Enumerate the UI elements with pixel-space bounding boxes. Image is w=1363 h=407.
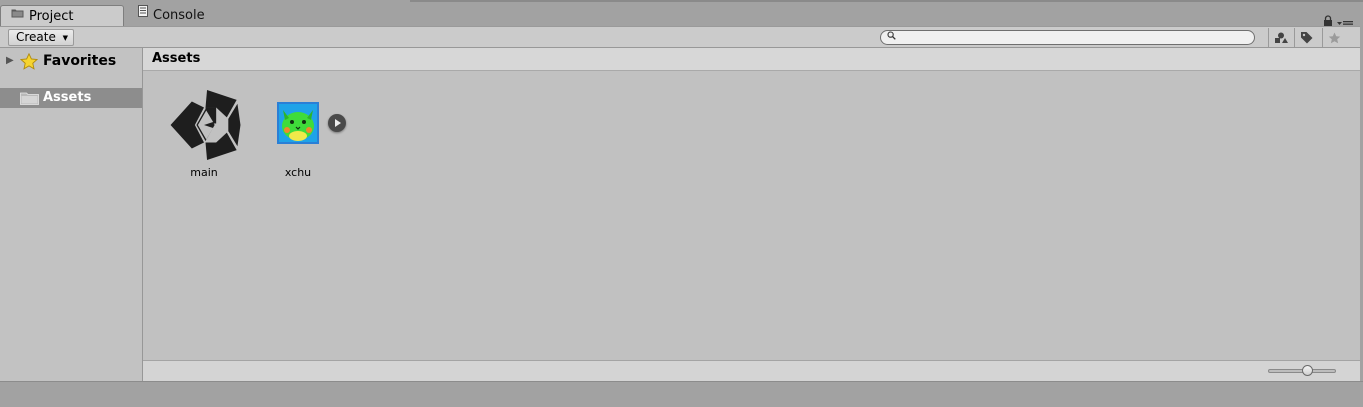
breadcrumb: Assets xyxy=(143,48,1360,71)
favorites-label: Favorites xyxy=(43,53,117,69)
asset-browser-panel: Assets main xchu xyxy=(143,48,1360,381)
tab-project[interactable]: Project xyxy=(0,5,124,26)
create-dropdown-button[interactable]: Create ▼ xyxy=(8,29,74,46)
tab-console[interactable]: Console xyxy=(124,5,234,26)
expand-arrow-icon[interactable]: ▶ xyxy=(6,51,14,71)
tab-project-label: Project xyxy=(29,9,74,24)
search-field[interactable] xyxy=(880,30,1255,45)
tab-console-label: Console xyxy=(153,8,205,23)
asset-item-xchu[interactable]: xchu xyxy=(243,86,353,180)
filter-by-label-icon[interactable] xyxy=(1294,28,1318,47)
search-input[interactable] xyxy=(901,31,1241,44)
favorites-row[interactable]: ▶ Favorites xyxy=(0,51,142,71)
window-controls xyxy=(1319,11,1355,28)
tree-item-assets[interactable]: Assets xyxy=(0,88,142,108)
window-tab-strip: Project Console xyxy=(0,0,1363,28)
tree-item-assets-label: Assets xyxy=(43,90,92,105)
zoom-slider[interactable] xyxy=(1268,365,1336,376)
search-icon xyxy=(887,31,896,44)
expand-subassets-play-icon[interactable] xyxy=(328,114,346,132)
asset-browser-footer xyxy=(143,360,1360,381)
zoom-slider-handle[interactable] xyxy=(1302,365,1313,376)
folder-icon xyxy=(11,4,24,25)
project-toolbar: Create ▼ xyxy=(0,26,1363,48)
folder-tree-panel: ▶ Favorites Assets xyxy=(0,48,143,381)
console-icon xyxy=(138,3,148,24)
create-button-label: Create xyxy=(16,30,56,44)
folder-icon xyxy=(20,92,39,112)
asset-name-xchu: xchu xyxy=(284,166,312,179)
filter-by-type-icon[interactable] xyxy=(1268,28,1292,47)
dropdown-caret-icon: ▼ xyxy=(62,34,68,42)
favorite-star-icon[interactable] xyxy=(1322,28,1346,47)
breadcrumb-assets[interactable]: Assets xyxy=(152,51,200,66)
status-bar xyxy=(0,381,1363,407)
favorites-star-icon xyxy=(19,52,39,76)
tab-strip-divider xyxy=(410,0,1363,2)
